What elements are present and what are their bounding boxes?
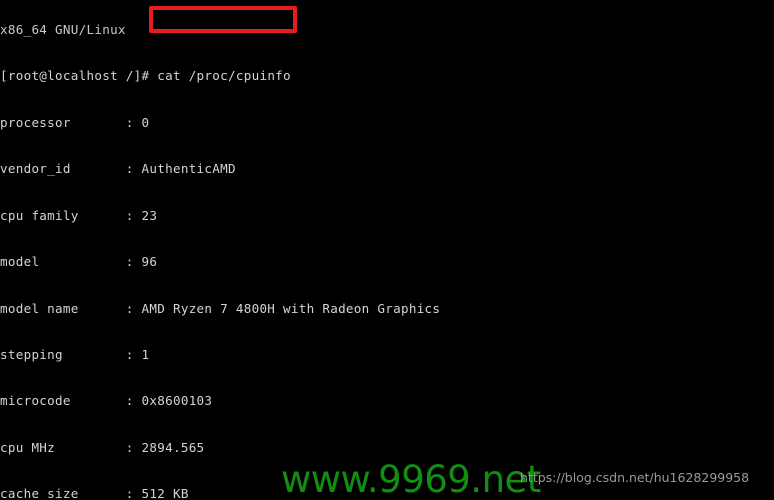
output-line: stepping : 1 — [0, 347, 150, 363]
clipped-top-line: x86_64 GNU/Linux — [0, 21, 126, 37]
blog-url-watermark: https://blog.csdn.net/hu1628299958 — [520, 470, 750, 485]
typed-command[interactable]: cat /proc/cpuinfo — [157, 68, 291, 83]
output-line: model : 96 — [0, 254, 158, 270]
output-line: cpu MHz : 2894.565 — [0, 439, 205, 455]
site-watermark: www.9969.net — [281, 458, 541, 500]
command-prompt-line: [root@localhost /]# cat /proc/cpuinfo — [0, 68, 774, 83]
output-line: processor : 0 — [0, 114, 150, 130]
output-line: cpu family : 23 — [0, 207, 158, 223]
output-line: microcode : 0x8600103 — [0, 393, 213, 409]
terminal-output-area[interactable]: x86_64 GNU/Linux [root@localhost /]# cat… — [0, 0, 774, 500]
output-line: model name : AMD Ryzen 7 4800H with Rade… — [0, 300, 441, 316]
output-line: vendor_id : AuthenticAMD — [0, 161, 236, 177]
shell-prompt: [root@localhost /]# — [0, 68, 158, 84]
terminal-window[interactable]: x86_64 GNU/Linux [root@localhost /]# cat… — [0, 0, 774, 500]
